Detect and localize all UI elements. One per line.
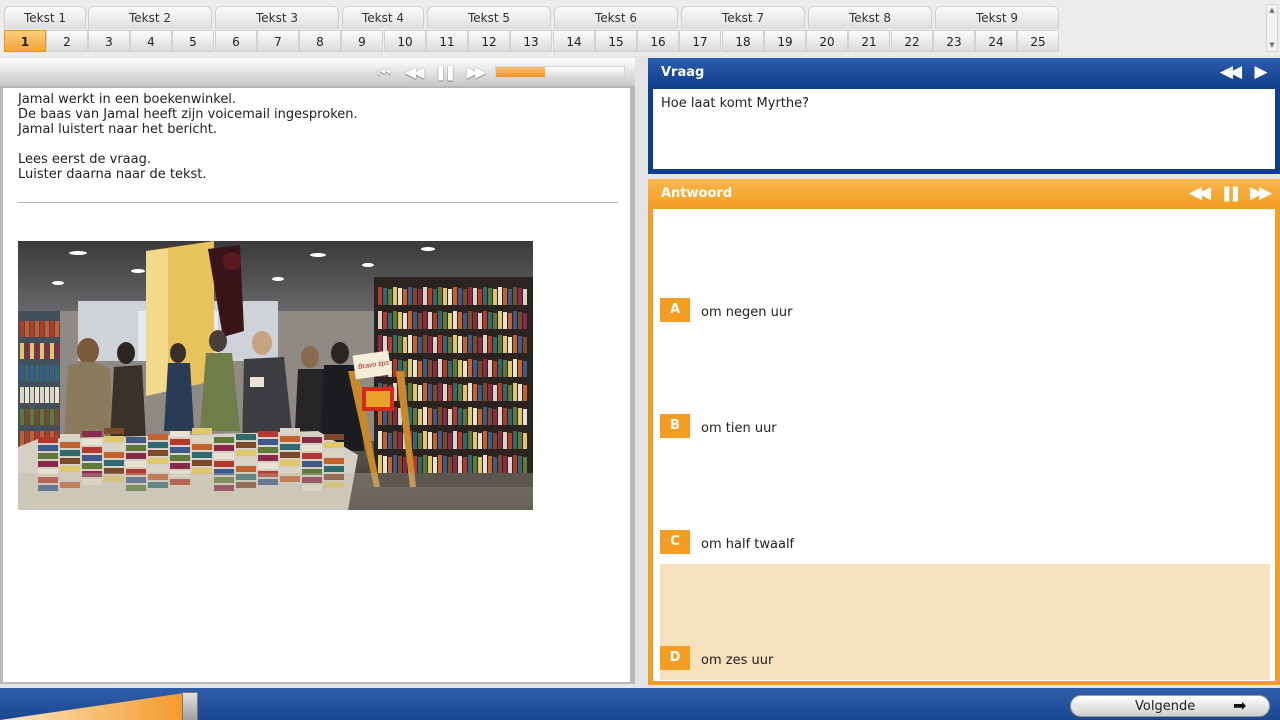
skip-to-start-icon[interactable]: ◀◀: [1217, 61, 1242, 83]
progress-wedge: [0, 693, 184, 720]
question-title: Vraag: [661, 65, 705, 80]
top-navigation: Tekst 1 Tekst 2 Tekst 3 Tekst 4 Tekst 5 …: [0, 0, 1280, 56]
answer-title: Antwoord: [661, 186, 733, 201]
question-number-15[interactable]: 15: [595, 30, 637, 52]
tab-tekst-2[interactable]: Tekst 2: [88, 6, 212, 29]
question-number-22[interactable]: 22: [891, 30, 933, 52]
answer-option-d[interactable]: D om zes uur: [653, 564, 1275, 680]
audio-progress-bar[interactable]: [495, 66, 625, 78]
question-number-19[interactable]: 19: [764, 30, 806, 52]
divider: [18, 202, 618, 203]
arrow-right-icon: ➡: [1233, 696, 1247, 715]
footer-bar: Volgende ➡: [0, 688, 1280, 720]
fast-forward-icon[interactable]: ▶▶: [463, 64, 487, 80]
answer-option-a[interactable]: A om negen uur: [653, 209, 1275, 325]
next-button-label: Volgende: [1135, 699, 1196, 714]
text-content: Jamal werkt in een boekenwinkel. De baas…: [3, 88, 630, 682]
question-number-7[interactable]: 7: [257, 30, 299, 52]
tab-tekst-3[interactable]: Tekst 3: [215, 6, 339, 29]
rewind-icon[interactable]: ◀◀: [1186, 182, 1211, 204]
option-letter[interactable]: D: [660, 646, 690, 670]
question-number-2[interactable]: 2: [46, 30, 88, 52]
skip-to-start-icon[interactable]: ⏮: [371, 64, 395, 80]
option-letter[interactable]: A: [660, 298, 690, 322]
option-text[interactable]: om negen uur: [701, 305, 792, 321]
intro-line-3: Jamal luistert naar het bericht.: [18, 122, 218, 137]
scroll-down-icon[interactable]: ▼: [1268, 41, 1276, 49]
question-number-4[interactable]: 4: [130, 30, 172, 52]
tab-tekst-8[interactable]: Tekst 8: [808, 6, 932, 29]
tab-tekst-4[interactable]: Tekst 4: [342, 6, 424, 29]
option-letter[interactable]: B: [660, 414, 690, 438]
option-text[interactable]: om zes uur: [701, 653, 773, 669]
intro-line-2: De baas van Jamal heeft zijn voicemail i…: [18, 107, 358, 122]
question-number-17[interactable]: 17: [679, 30, 721, 52]
answer-panel: Antwoord ◀◀ ❚❚ ▶▶ A om negen uur B om ti…: [648, 179, 1280, 685]
audio-progress-fill: [496, 67, 545, 77]
question-number-21[interactable]: 21: [848, 30, 890, 52]
test-progress-bar: [0, 689, 200, 720]
option-text[interactable]: om half twaalf: [701, 537, 794, 553]
question-number-8[interactable]: 8: [299, 30, 341, 52]
tab-tekst-5[interactable]: Tekst 5: [427, 6, 551, 29]
question-text: Hoe laat komt Myrthe?: [661, 96, 810, 111]
bookstore-photo: Bravo tips: [18, 241, 533, 510]
text-panel: ⏮ ◀◀ ❚❚ ▶▶ Jamal werkt in een boekenwink…: [0, 58, 635, 684]
pause-icon[interactable]: ❚❚: [432, 64, 456, 80]
question-number-18[interactable]: 18: [722, 30, 764, 52]
answer-body: A om negen uur B om tien uur C om half t…: [653, 209, 1275, 681]
question-number-10[interactable]: 10: [384, 30, 426, 52]
tab-tekst-9[interactable]: Tekst 9: [935, 6, 1059, 29]
tab-tekst-6[interactable]: Tekst 6: [554, 6, 678, 29]
question-number-20[interactable]: 20: [806, 30, 848, 52]
question-number-12[interactable]: 12: [468, 30, 510, 52]
answer-option-c[interactable]: C om half twaalf: [653, 441, 1275, 557]
question-number-14[interactable]: 14: [553, 30, 595, 52]
scroll-up-icon[interactable]: ▲: [1268, 6, 1276, 14]
question-number-23[interactable]: 23: [933, 30, 975, 52]
question-number-11[interactable]: 11: [426, 30, 468, 52]
audio-toolbar: ⏮ ◀◀ ❚❚ ▶▶: [0, 58, 635, 86]
question-number-24[interactable]: 24: [975, 30, 1017, 52]
answer-header: Antwoord ◀◀ ❚❚ ▶▶: [648, 179, 1280, 208]
answer-option-b[interactable]: B om tien uur: [653, 325, 1275, 441]
question-number-6[interactable]: 6: [215, 30, 257, 52]
tab-tekst-7[interactable]: Tekst 7: [681, 6, 805, 29]
pause-icon[interactable]: ❚❚: [1217, 182, 1241, 204]
progress-slider-handle[interactable]: [182, 692, 198, 720]
tab-tekst-1[interactable]: Tekst 1: [4, 6, 86, 29]
option-text[interactable]: om tien uur: [701, 421, 777, 437]
play-icon[interactable]: ▶: [1247, 61, 1271, 83]
intro-line-1: Jamal werkt in een boekenwinkel.: [18, 92, 237, 107]
instruction-line-1: Lees eerst de vraag.: [18, 152, 151, 167]
option-letter[interactable]: C: [660, 530, 690, 554]
question-number-5[interactable]: 5: [172, 30, 214, 52]
question-number-25[interactable]: 25: [1017, 30, 1059, 52]
instruction-line-2: Luister daarna naar de tekst.: [18, 167, 207, 182]
rewind-icon[interactable]: ◀◀: [401, 64, 425, 80]
question-panel: Vraag ◀◀ ▶ Hoe laat komt Myrthe?: [648, 58, 1280, 174]
question-number-13[interactable]: 13: [510, 30, 552, 52]
question-header: Vraag ◀◀ ▶: [648, 58, 1280, 87]
next-button[interactable]: Volgende ➡: [1070, 695, 1270, 717]
question-body: Hoe laat komt Myrthe?: [653, 89, 1275, 169]
question-number-1[interactable]: 1: [4, 30, 46, 52]
question-number-3[interactable]: 3: [88, 30, 130, 52]
fast-forward-icon[interactable]: ▶▶: [1247, 182, 1272, 204]
scrollbar[interactable]: ▲ ▼: [1266, 4, 1278, 52]
question-number-16[interactable]: 16: [637, 30, 679, 52]
question-number-9[interactable]: 9: [341, 30, 383, 52]
